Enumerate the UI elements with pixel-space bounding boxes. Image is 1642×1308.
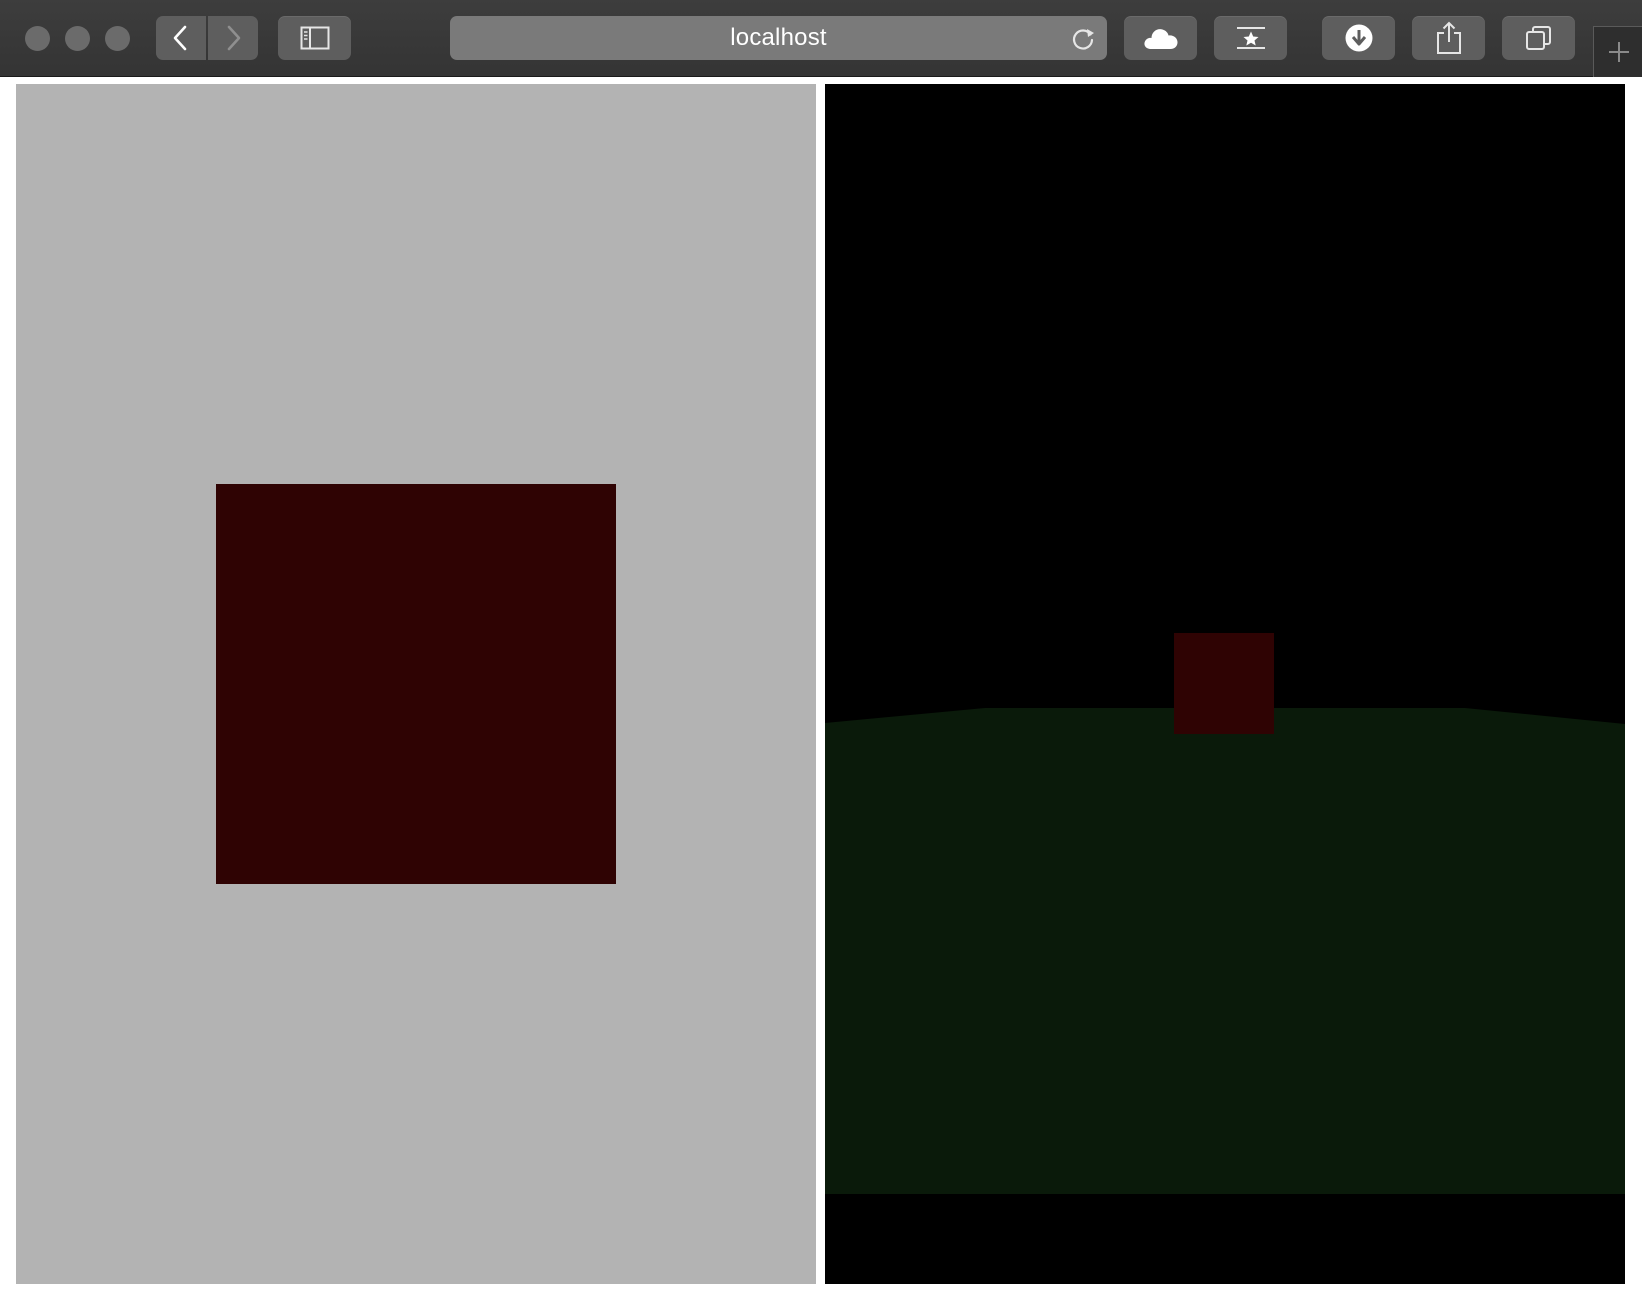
tabs-overview-icon (1525, 26, 1551, 50)
scene-cube (1174, 633, 1274, 734)
tab-overview-button[interactable] (1502, 16, 1575, 60)
back-button[interactable] (156, 16, 206, 60)
cloud-icon (1143, 29, 1178, 49)
front-view-square (216, 484, 616, 884)
sidebar-icon (300, 26, 329, 50)
sidebar-button[interactable] (278, 16, 351, 60)
back-icon (173, 25, 187, 51)
address-bar[interactable]: localhost (450, 16, 1107, 60)
left-canvas[interactable] (16, 84, 816, 1284)
reading-list-button[interactable] (1214, 16, 1287, 60)
browser-window: localhost (0, 0, 1642, 1308)
bookmark-star-icon (1236, 27, 1265, 49)
address-url: localhost (730, 24, 827, 51)
forward-button[interactable] (208, 16, 258, 60)
close-window-button[interactable] (25, 26, 50, 51)
icloud-tabs-button[interactable] (1124, 16, 1197, 60)
minimize-window-button[interactable] (65, 26, 90, 51)
reload-icon[interactable] (1069, 25, 1097, 53)
downloads-button[interactable] (1322, 16, 1395, 60)
download-icon (1345, 24, 1372, 52)
browser-toolbar: localhost (0, 0, 1642, 77)
right-canvas[interactable] (825, 84, 1625, 1284)
zoom-window-button[interactable] (105, 26, 130, 51)
new-tab-button[interactable] (1593, 26, 1642, 77)
share-button[interactable] (1412, 16, 1485, 60)
perspective-scene (825, 633, 1625, 1194)
new-tab-icon (1608, 42, 1629, 62)
ground-plane (825, 708, 1625, 1194)
navigation-buttons (156, 16, 258, 60)
share-icon (1436, 21, 1461, 54)
forward-icon (227, 25, 241, 51)
